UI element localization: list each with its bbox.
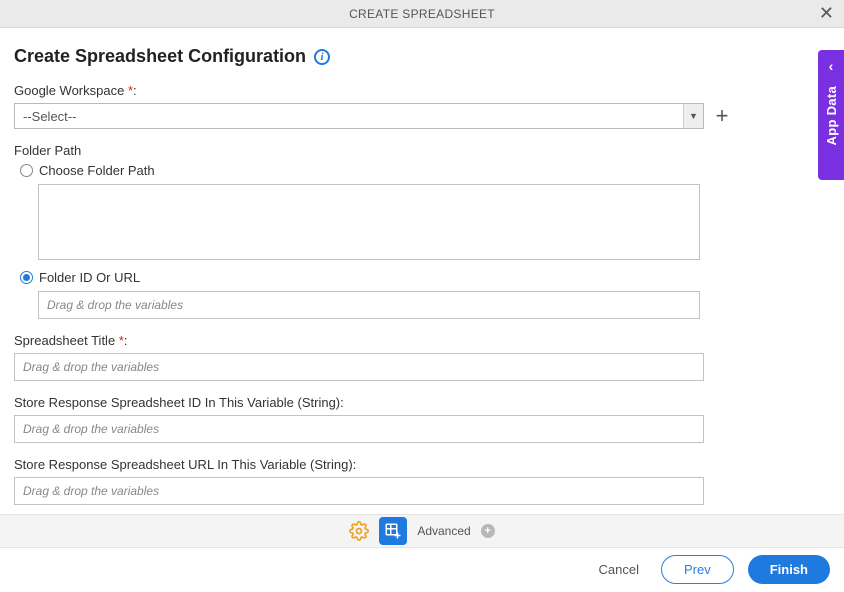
folder-id-url-label: Folder ID Or URL xyxy=(39,270,140,285)
store-url-group: Store Response Spreadsheet URL In This V… xyxy=(14,457,830,505)
store-url-placeholder: Drag & drop the variables xyxy=(23,484,159,498)
google-workspace-label-text: Google Workspace xyxy=(14,83,128,98)
store-id-group: Store Response Spreadsheet ID In This Va… xyxy=(14,395,830,443)
spreadsheet-title-label-text: Spreadsheet Title xyxy=(14,333,119,348)
spreadsheet-title-group: Spreadsheet Title *: Drag & drop the var… xyxy=(14,333,830,381)
google-workspace-label: Google Workspace *: xyxy=(14,83,830,98)
app-data-label: App Data xyxy=(824,86,839,145)
app-data-panel-tab[interactable]: ‹ App Data xyxy=(818,50,844,180)
colon: : xyxy=(124,333,128,348)
google-workspace-selected: --Select-- xyxy=(23,109,76,124)
table-add-icon[interactable] xyxy=(379,517,407,545)
gear-icon[interactable] xyxy=(349,521,369,541)
content-area: Create Spreadsheet Configuration i Googl… xyxy=(0,28,844,505)
spreadsheet-title-label: Spreadsheet Title *: xyxy=(14,333,830,348)
folder-id-url-placeholder: Drag & drop the variables xyxy=(47,298,183,312)
folder-path-group: Folder Path Choose Folder Path Folder ID… xyxy=(14,143,830,319)
google-workspace-row: --Select-- ▼ + xyxy=(14,103,830,129)
folder-path-box[interactable] xyxy=(38,184,700,260)
choose-folder-path-label: Choose Folder Path xyxy=(39,163,155,178)
close-icon[interactable]: ✕ xyxy=(819,4,834,22)
header-title: CREATE SPREADSHEET xyxy=(349,7,495,21)
folder-id-url-input[interactable]: Drag & drop the variables xyxy=(38,291,700,319)
store-url-input[interactable]: Drag & drop the variables xyxy=(14,477,704,505)
header-bar: CREATE SPREADSHEET ✕ xyxy=(0,0,844,28)
store-id-input[interactable]: Drag & drop the variables xyxy=(14,415,704,443)
store-id-label: Store Response Spreadsheet ID In This Va… xyxy=(14,395,830,410)
advanced-expand-icon[interactable]: + xyxy=(481,524,495,538)
page-title: Create Spreadsheet Configuration i xyxy=(14,46,830,67)
cancel-button[interactable]: Cancel xyxy=(591,556,647,583)
store-url-label: Store Response Spreadsheet URL In This V… xyxy=(14,457,830,472)
page-title-text: Create Spreadsheet Configuration xyxy=(14,46,306,67)
chevron-down-icon: ▼ xyxy=(683,104,703,128)
spreadsheet-title-input[interactable]: Drag & drop the variables xyxy=(14,353,704,381)
add-workspace-button[interactable]: + xyxy=(712,106,732,126)
google-workspace-group: Google Workspace *: --Select-- ▼ + xyxy=(14,83,830,129)
finish-button[interactable]: Finish xyxy=(748,555,830,584)
advanced-label: Advanced xyxy=(417,524,470,538)
prev-button[interactable]: Prev xyxy=(661,555,734,584)
google-workspace-select[interactable]: --Select-- ▼ xyxy=(14,103,704,129)
folder-path-label: Folder Path xyxy=(14,143,830,158)
chevron-left-icon: ‹ xyxy=(829,58,834,74)
colon: : xyxy=(133,83,137,98)
radio-icon xyxy=(20,271,33,284)
spreadsheet-title-placeholder: Drag & drop the variables xyxy=(23,360,159,374)
store-id-placeholder: Drag & drop the variables xyxy=(23,422,159,436)
footer-toolbar: Advanced + xyxy=(0,514,844,548)
info-icon[interactable]: i xyxy=(314,49,330,65)
choose-folder-path-radio[interactable]: Choose Folder Path xyxy=(20,163,830,178)
folder-id-url-radio[interactable]: Folder ID Or URL xyxy=(20,270,830,285)
button-row: Cancel Prev Finish xyxy=(591,555,830,584)
radio-icon xyxy=(20,164,33,177)
